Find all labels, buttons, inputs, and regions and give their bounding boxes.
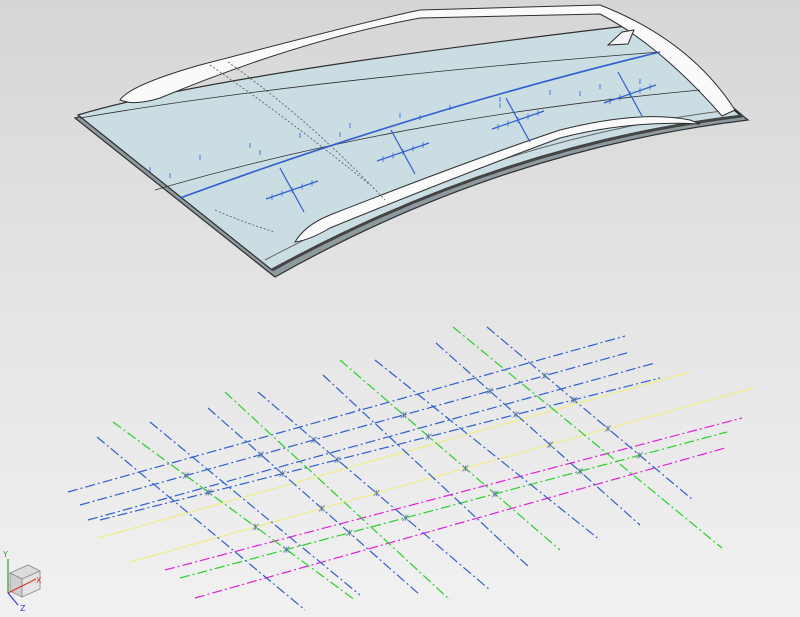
grid-curve-vertical[interactable] [207,407,421,596]
roof-panel-model[interactable] [73,4,750,278]
view-triad[interactable]: Y X Z [0,545,60,617]
grid-curve-vertical[interactable] [322,374,531,569]
graphics-viewport[interactable]: Y X Z [0,0,800,617]
section-curve-grid[interactable] [67,326,754,611]
triad-z-label: Z [20,604,26,613]
grid-curve-horizontal[interactable] [194,447,726,599]
grid-intersection-marker [346,529,353,537]
grid-curve-horizontal[interactable] [164,417,743,571]
model-scene[interactable] [0,0,800,617]
grid-intersection-marker [541,372,549,379]
grid-curve-horizontal[interactable] [129,387,754,563]
triad-x-label: X [36,576,42,585]
grid-curve-horizontal[interactable] [99,377,661,521]
grid-curve-vertical[interactable] [96,436,306,611]
grid-curve-vertical[interactable] [374,359,601,541]
triad-y-label: Y [2,550,8,559]
grid-curve-vertical[interactable] [452,326,723,549]
grid-curve-horizontal[interactable] [79,351,631,506]
roof-panel-surface[interactable] [76,24,744,271]
grid-curve-vertical[interactable] [224,391,451,601]
triad-z-axis [7,592,19,606]
